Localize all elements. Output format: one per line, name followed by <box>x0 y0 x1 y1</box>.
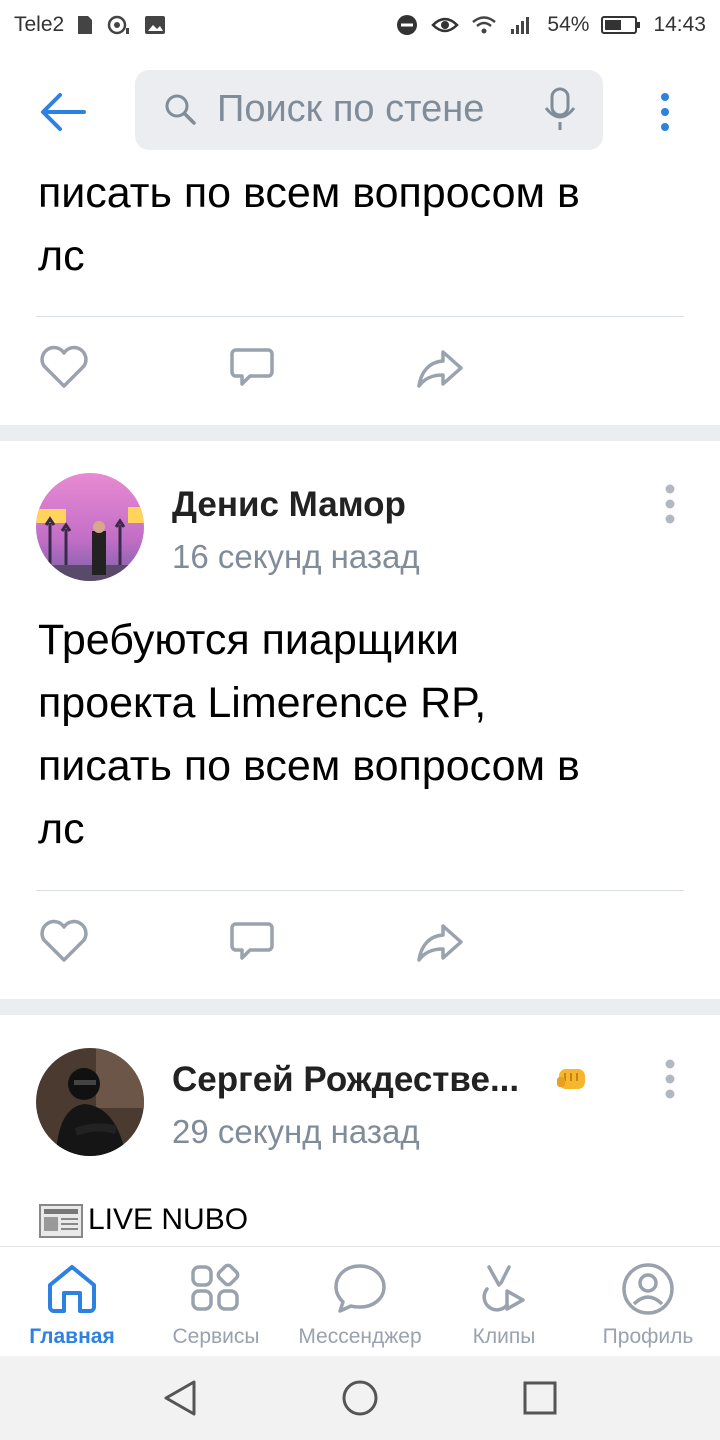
share-icon <box>417 924 463 962</box>
like-button[interactable] <box>36 916 92 966</box>
circle-home-icon <box>342 1380 378 1416</box>
battery-percent: 54% <box>547 13 590 36</box>
search-placeholder: Поиск по стене <box>217 88 485 130</box>
tab-label: Клипы <box>472 1325 536 1348</box>
tab-services[interactable]: Сервисы <box>144 1247 288 1357</box>
post-text-line: LIVE NUBO <box>88 1203 249 1236</box>
tab-messenger[interactable]: Мессенджер <box>288 1247 432 1357</box>
system-navigation-bar <box>0 1356 720 1440</box>
square-recents-icon <box>523 1381 557 1415</box>
status-bar: Tele2 54% 14:43 <box>0 0 720 50</box>
more-vertical-icon <box>665 484 675 524</box>
messenger-icon <box>332 1261 388 1320</box>
home-icon <box>45 1261 99 1320</box>
search-input[interactable]: Поиск по стене <box>135 70 603 150</box>
profile-icon <box>620 1261 676 1322</box>
tab-label: Сервисы <box>172 1325 260 1348</box>
post-actions <box>0 916 720 976</box>
back-button[interactable] <box>38 90 88 134</box>
divider <box>36 316 684 317</box>
comment-button[interactable] <box>224 916 280 966</box>
post-text-line: писать по всем вопросом в <box>38 742 580 790</box>
post-author[interactable]: Сергей Рождестве... <box>172 1060 519 1100</box>
search-icon <box>163 92 199 133</box>
share-button[interactable] <box>412 916 468 966</box>
signal-icon <box>509 14 535 36</box>
top-bar: Поиск по стене <box>0 50 720 172</box>
like-button[interactable] <box>36 342 92 392</box>
heart-icon <box>40 919 88 962</box>
tab-home[interactable]: Главная <box>0 1247 144 1357</box>
avatar[interactable] <box>36 1048 144 1156</box>
share-icon <box>417 350 463 388</box>
post-card: Денис Мамор 16 секунд назад Требуются пи… <box>0 441 720 999</box>
newspaper-emoji-icon <box>38 1201 84 1246</box>
avatar[interactable] <box>36 473 144 581</box>
tab-label: Главная <box>29 1325 115 1348</box>
gallery-icon <box>144 14 166 36</box>
more-vertical-icon <box>661 93 669 131</box>
more-vertical-icon <box>665 1059 675 1099</box>
post-menu-button[interactable] <box>655 1054 685 1104</box>
comment-icon <box>230 348 274 386</box>
post-text-line: проекта Limerence RP, <box>38 679 487 727</box>
heart-icon <box>40 345 88 388</box>
more-options-button[interactable] <box>650 92 680 132</box>
post-author[interactable]: Денис Мамор <box>172 485 406 525</box>
post-text-line: лс <box>38 232 85 280</box>
hotspot-icon <box>106 14 132 36</box>
sim-card-icon <box>76 14 94 36</box>
post-time: 29 секунд назад <box>172 1113 420 1150</box>
fist-emoji-icon <box>555 1063 589 1100</box>
comment-icon <box>230 922 274 960</box>
tab-label: Профиль <box>602 1325 694 1348</box>
back-arrow-icon <box>41 93 86 131</box>
triangle-back-icon <box>164 1380 196 1416</box>
nav-home-button[interactable] <box>340 1378 380 1423</box>
post-time: 16 секунд назад <box>172 538 420 575</box>
dnd-icon <box>395 13 419 37</box>
services-icon <box>189 1261 243 1320</box>
post-text-line: лс <box>38 805 85 853</box>
tab-label: Мессенджер <box>298 1325 422 1348</box>
nav-back-button[interactable] <box>160 1378 200 1423</box>
post-text-line: Требуются пиарщики <box>38 616 459 664</box>
post-card: Сергей Рождестве... 29 секунд назад LIVE… <box>0 1015 720 1246</box>
eye-icon <box>431 14 460 36</box>
wifi-icon <box>471 14 497 36</box>
post-actions <box>0 342 720 402</box>
clock: 14:43 <box>653 13 706 36</box>
comment-button[interactable] <box>224 342 280 392</box>
share-button[interactable] <box>412 342 468 392</box>
nav-recents-button[interactable] <box>520 1378 560 1423</box>
bottom-tab-bar: Главная Сервисы Мессенджер Клипы Профиль <box>0 1246 720 1357</box>
tab-profile[interactable]: Профиль <box>576 1247 720 1357</box>
post-menu-button[interactable] <box>655 479 685 529</box>
microphone-icon[interactable] <box>541 86 581 139</box>
post-card: писать по всем вопросом в лс <box>0 169 720 425</box>
post-text-line: писать по всем вопросом в <box>38 169 580 217</box>
tab-clips[interactable]: Клипы <box>432 1247 576 1357</box>
divider <box>36 890 684 891</box>
clips-icon <box>477 1261 531 1320</box>
battery-icon <box>601 14 641 36</box>
carrier-label: Tele2 <box>14 13 65 36</box>
